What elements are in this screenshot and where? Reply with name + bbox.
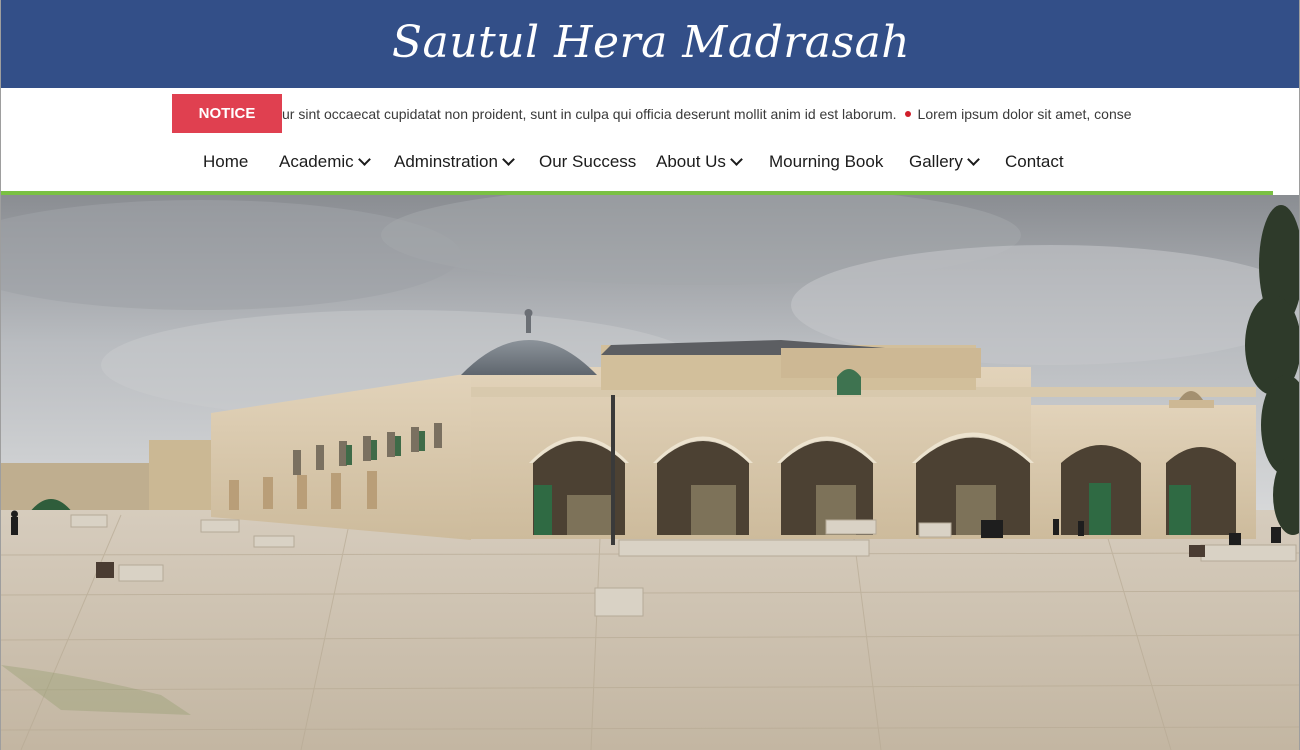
nav-item-our-success[interactable]: Our Success [539,140,636,184]
site-header: Sautul Hera Madrasah [1,0,1299,88]
chevron-down-icon [966,153,980,166]
nav-item-about-us[interactable]: About Us [656,140,743,184]
notice-ticker-track: ur sint occaecat cupidatat non proident,… [282,106,1132,122]
notice-item[interactable]: Lorem ipsum dolor sit amet, consec [918,106,1132,122]
bullet-dot-icon [904,111,911,118]
nav-item-gallery[interactable]: Gallery [909,140,980,184]
nav-item-label: Contact [1005,152,1064,171]
hero-slider[interactable] [1,195,1299,750]
nav-item-label: About Us [656,152,726,171]
nav-item-label: Home [203,152,249,171]
main-nav: Home Academic Adminstration Our Success … [1,140,1273,184]
nav-item-label: Gallery [909,152,963,171]
nav-item-adminstration[interactable]: Adminstration [394,140,515,184]
nav-item-label: Our Success [539,152,637,171]
chevron-down-icon [502,153,515,166]
notice-item[interactable]: ur sint occaecat cupidatat non proident,… [282,106,897,122]
nav-item-mourning-book[interactable]: Mourning Book [769,140,883,184]
nav-item-home[interactable]: Home [203,140,248,184]
nav-item-label: Adminstration [394,152,498,171]
page: Sautul Hera Madrasah NOTICE ur sint occa… [0,0,1300,750]
hero-image [1,195,1299,750]
nav-item-label: Academic [279,152,354,171]
chevron-down-icon [357,153,371,166]
nav-item-label: Mourning Book [769,152,884,171]
chevron-down-icon [730,153,743,166]
site-title[interactable]: Sautul Hera Madrasah [392,17,910,68]
notice-badge: NOTICE [172,94,282,133]
notice-ticker: ur sint occaecat cupidatat non proident,… [282,94,1132,133]
nav-item-contact[interactable]: Contact [1005,140,1064,184]
nav-item-academic[interactable]: Academic [279,140,371,184]
notice-bar: NOTICE ur sint occaecat cupidatat non pr… [172,94,1132,133]
